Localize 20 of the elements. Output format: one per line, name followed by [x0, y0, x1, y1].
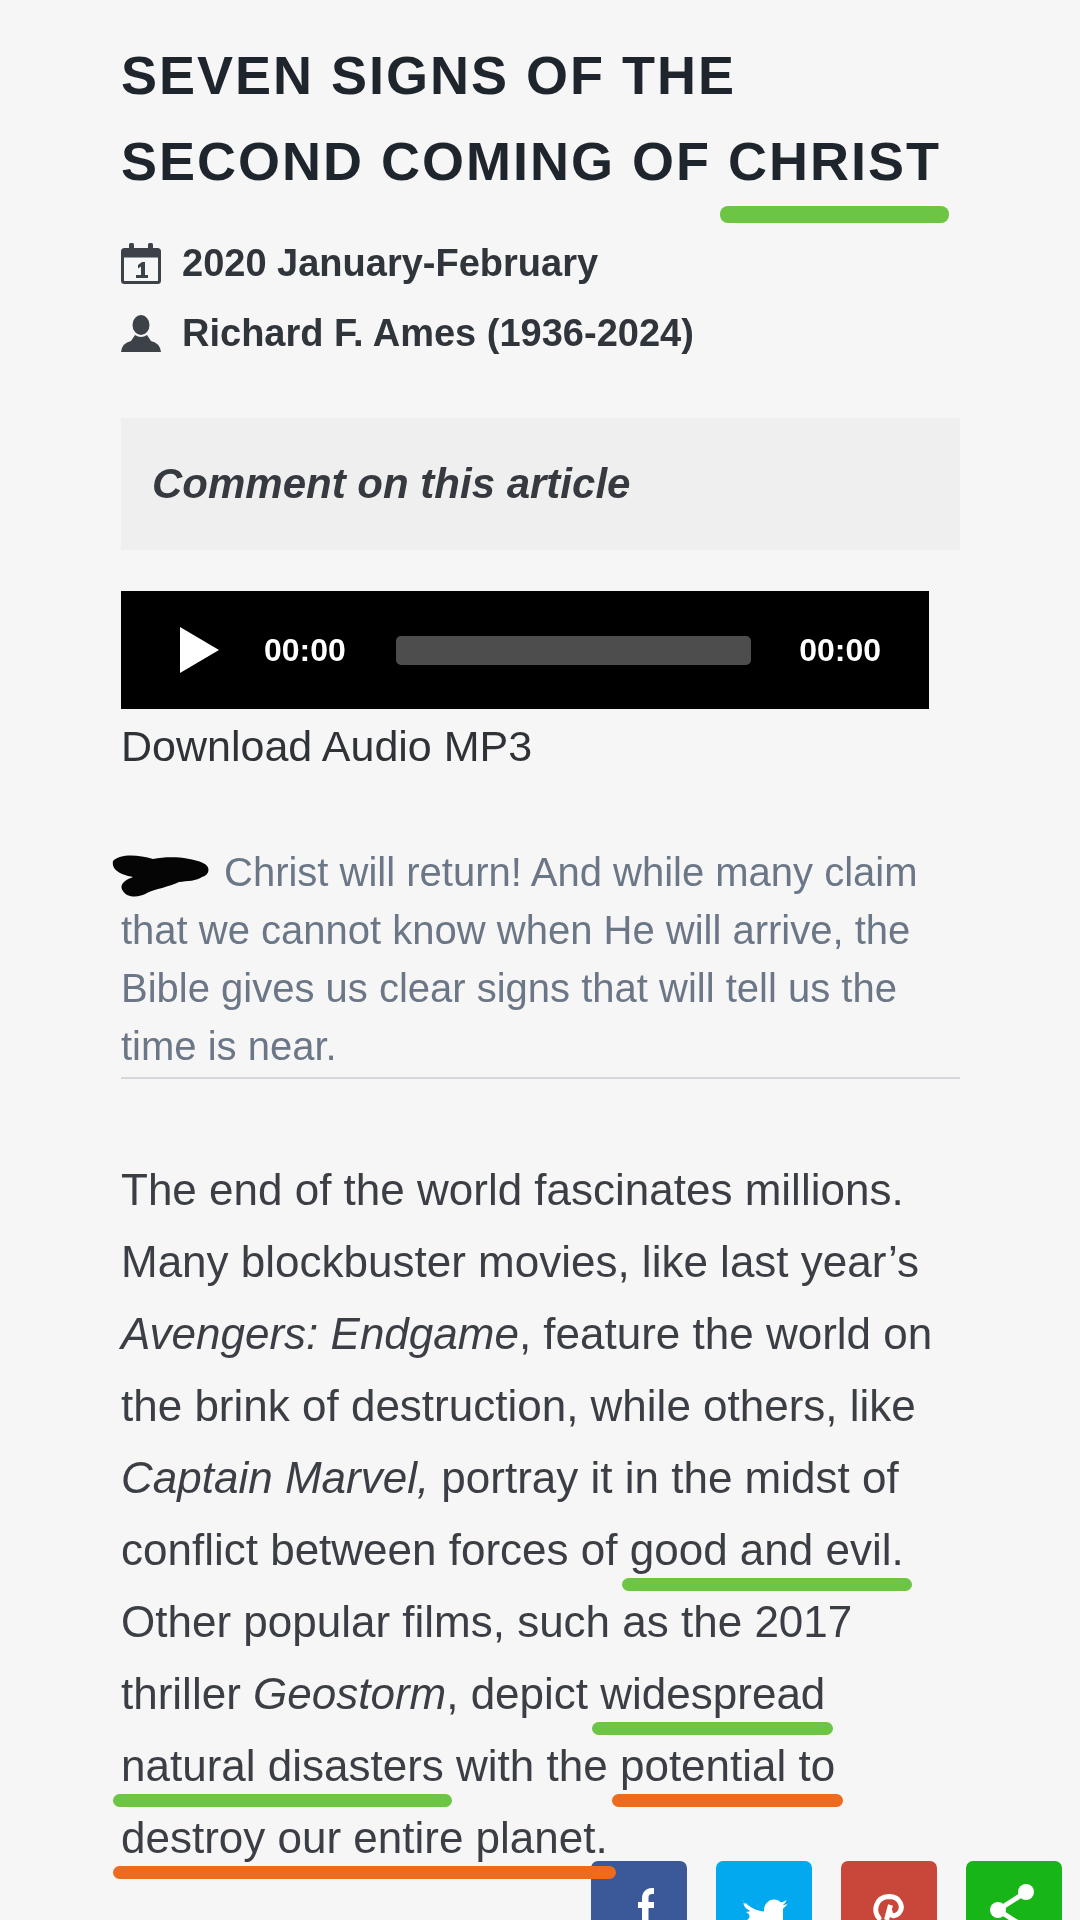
share-button[interactable] [966, 1861, 1062, 1920]
play-icon [180, 627, 219, 673]
comment-link[interactable]: Comment on this article [152, 460, 631, 508]
duration-time: 00:00 [799, 631, 881, 669]
bird-icon [740, 1897, 788, 1920]
twitter-button[interactable] [716, 1861, 812, 1920]
download-link[interactable]: Download Audio MP3 [121, 720, 960, 772]
article-title: SEVEN SIGNS OF THE SECOND COMING OF CHRIST [121, 44, 943, 193]
current-time: 00:00 [264, 631, 346, 669]
author-name: Richard F. Ames (1936-2024) [182, 311, 694, 355]
seek-bar[interactable] [395, 635, 752, 665]
calendar-icon [121, 242, 161, 284]
article-paragraph: The end of the world fascinates millions. Many blockbuster movies, like last year’s Avengers: Endgame, feature the world on the brink of destruction, while others, like Captain Marvel, portray it in the midst of conflict between forces of good and evil. Other popular films, such as the 2017 thriller Geostorm, depict widespread natural disasters with the potential to destroy our entire planet. [121, 1164, 934, 1864]
play-button[interactable] [180, 627, 219, 673]
f-logo-icon [638, 1885, 654, 1920]
pinterest-button[interactable] [841, 1861, 937, 1920]
facebook-button[interactable] [591, 1861, 687, 1920]
person-icon [121, 314, 161, 352]
issue-date: 2020 January-February [182, 241, 599, 285]
share-icon [988, 1883, 1036, 1920]
